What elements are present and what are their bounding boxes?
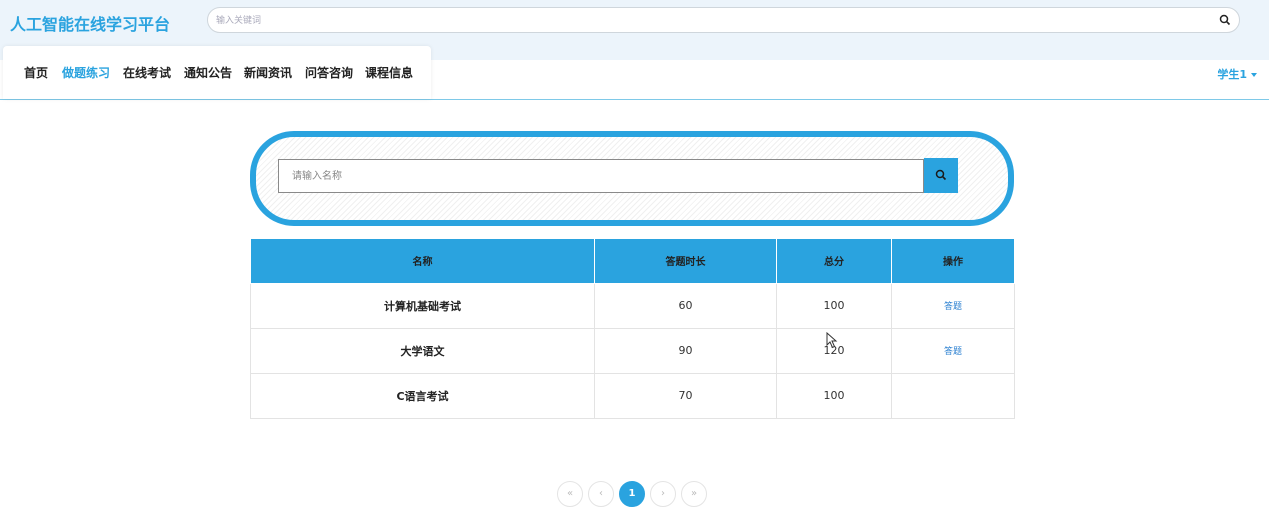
global-search-input[interactable] [216, 12, 1206, 29]
column-header-action: 操作 [891, 239, 1015, 284]
column-header-score: 总分 [776, 239, 892, 284]
page-button-current[interactable]: 1 [619, 481, 645, 507]
first-page-button[interactable]: « [557, 481, 583, 507]
nav-item-qa[interactable]: 问答咨询 [305, 64, 353, 81]
name-search-input[interactable] [278, 159, 924, 193]
exam-name: 计算机基础考试 [250, 282, 595, 329]
exam-name: C语言考试 [250, 372, 595, 419]
nav-item-courses[interactable]: 课程信息 [365, 64, 413, 81]
column-header-name: 名称 [250, 239, 595, 284]
action-cell: 答题 [891, 327, 1015, 374]
nav-item-home[interactable]: 首页 [24, 64, 48, 81]
action-cell [891, 372, 1015, 419]
next-page-button[interactable]: › [650, 481, 676, 507]
answer-link[interactable]: 答题 [944, 302, 962, 312]
column-header-duration: 答题时长 [594, 239, 777, 284]
user-menu[interactable]: 学生1 [1217, 66, 1257, 82]
search-panel [250, 131, 1014, 226]
table-row: 大学语文 90 120 答题 [250, 327, 1015, 374]
exam-duration: 70 [594, 372, 777, 419]
user-name: 学生1 [1217, 68, 1247, 81]
mouse-cursor-icon [826, 332, 838, 349]
exam-score: 100 [776, 282, 892, 329]
exam-duration: 90 [594, 327, 777, 374]
table-header-row: 名称 答题时长 总分 操作 [250, 239, 1015, 284]
nav-item-notices[interactable]: 通知公告 [184, 64, 232, 81]
last-page-button[interactable]: » [681, 481, 707, 507]
table-row: C语言考试 70 100 [250, 372, 1015, 419]
nav-item-news[interactable]: 新闻资讯 [244, 64, 292, 81]
exam-score: 100 [776, 372, 892, 419]
search-button[interactable] [924, 158, 958, 193]
global-search-box [207, 7, 1240, 33]
site-logo[interactable]: 人工智能在线学习平台 [10, 11, 170, 35]
exam-name: 大学语文 [250, 327, 595, 374]
exam-table: 名称 答题时长 总分 操作 计算机基础考试 60 100 答题 大学语文 90 … [250, 239, 1015, 419]
action-cell: 答题 [891, 282, 1015, 329]
exam-duration: 60 [594, 282, 777, 329]
search-icon [935, 169, 947, 181]
search-icon[interactable] [1219, 14, 1231, 26]
prev-page-button[interactable]: ‹ [588, 481, 614, 507]
answer-link[interactable]: 答题 [944, 347, 962, 357]
table-row: 计算机基础考试 60 100 答题 [250, 282, 1015, 329]
nav-item-online-exam[interactable]: 在线考试 [123, 64, 171, 81]
caret-down-icon [1251, 73, 1257, 77]
nav-item-practice[interactable]: 做题练习 [62, 64, 110, 81]
